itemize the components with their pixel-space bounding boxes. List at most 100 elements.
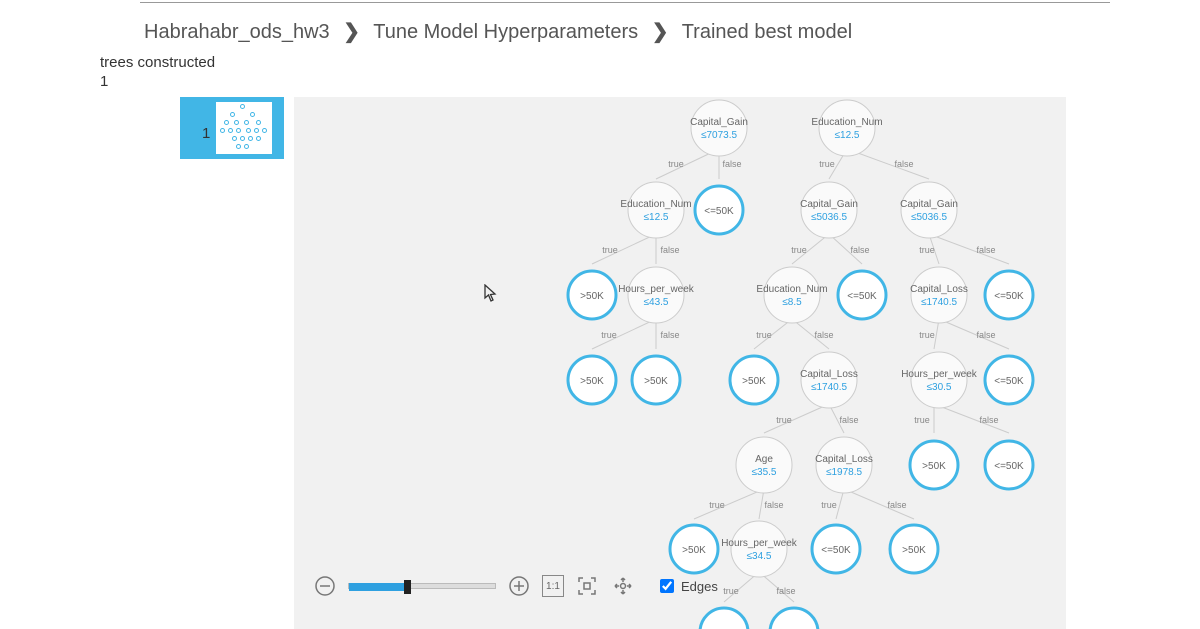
svg-text:Education_Num: Education_Num — [811, 117, 882, 128]
svg-text:false: false — [660, 330, 679, 340]
node: Capital_Loss ≤1740.5 — [800, 352, 858, 408]
crumb-root[interactable]: Habrahabr_ods_hw3 — [144, 21, 330, 43]
node: Hours_per_week≤43.5 — [618, 267, 695, 323]
svg-text:true: true — [723, 586, 739, 596]
svg-text:>50K: >50K — [742, 376, 766, 387]
svg-text:true: true — [668, 159, 684, 169]
edges-checkbox[interactable] — [660, 579, 674, 593]
svg-text:Age: Age — [755, 454, 773, 465]
svg-text:<=50K: <=50K — [994, 376, 1024, 387]
leaf: >50K — [568, 356, 616, 404]
node: Education_Num ≤8.5 — [756, 267, 827, 323]
svg-text:<=50K: <=50K — [994, 291, 1024, 302]
svg-text:true: true — [601, 330, 617, 340]
svg-text:>50K: >50K — [580, 376, 604, 387]
svg-text:true: true — [791, 245, 807, 255]
svg-text:false: false — [979, 415, 998, 425]
crumb-sep: ❯ — [343, 21, 360, 43]
node: Education_Num ≤12.5 — [620, 182, 691, 238]
svg-text:>50K: >50K — [922, 461, 946, 472]
leaf: <=50K — [812, 525, 860, 573]
svg-text:true: true — [914, 415, 930, 425]
svg-text:≤7073.5: ≤7073.5 — [701, 130, 738, 141]
leaf: <=50K — [695, 186, 743, 234]
fit-to-screen-button[interactable] — [574, 573, 600, 599]
pan-button[interactable] — [610, 573, 636, 599]
svg-text:Capital_Loss: Capital_Loss — [815, 454, 873, 465]
node: Capital_Gain ≤7073.5 — [690, 100, 748, 156]
svg-text:<=50K: <=50K — [847, 291, 877, 302]
zoom-in-button[interactable] — [506, 573, 532, 599]
zoom-1to1-button[interactable]: 1:1 — [542, 575, 564, 597]
node: Capital_Loss ≤1978.5 — [815, 437, 873, 493]
leaf: >50K — [568, 271, 616, 319]
crumb-sep: ❯ — [652, 21, 669, 43]
leaf: >50K — [910, 441, 958, 489]
leaf — [700, 608, 748, 629]
svg-text:>50K: >50K — [902, 545, 926, 556]
svg-text:true: true — [821, 500, 837, 510]
leaf: <=50K — [838, 271, 886, 319]
svg-text:false: false — [764, 500, 783, 510]
svg-text:≤1978.5: ≤1978.5 — [826, 467, 863, 478]
leaf: >50K — [670, 525, 718, 573]
leaf: <=50K — [985, 441, 1033, 489]
node: Education_Num ≤12.5 — [811, 100, 882, 156]
svg-text:true: true — [602, 245, 618, 255]
viewer-toolbar: 1:1 Edges — [312, 573, 718, 599]
svg-text:false: false — [976, 245, 995, 255]
svg-text:<=50K: <=50K — [821, 545, 851, 556]
node: Hours_per_week ≤34.5 — [721, 521, 798, 577]
thumb-image — [216, 102, 272, 154]
trees-constructed-count: 1 — [100, 73, 1200, 90]
svg-text:≤1740.5: ≤1740.5 — [921, 297, 958, 308]
svg-text:Education_Num: Education_Num — [756, 284, 827, 295]
svg-text:>50K: >50K — [580, 291, 604, 302]
svg-text:<=50K: <=50K — [704, 206, 734, 217]
node: Hours_per_week≤30.5 — [901, 352, 978, 408]
svg-text:Hours_per_week: Hours_per_week — [721, 538, 798, 549]
node: Capital_Loss ≤1740.5 — [910, 267, 968, 323]
svg-text:<=50K: <=50K — [994, 461, 1024, 472]
svg-text:≤43.5: ≤43.5 — [644, 297, 669, 308]
crumb-module[interactable]: Tune Model Hyperparameters — [373, 21, 638, 43]
svg-text:≤12.5: ≤12.5 — [835, 130, 860, 141]
leaf: <=50K — [985, 356, 1033, 404]
svg-text:Capital_Loss: Capital_Loss — [910, 284, 968, 295]
zoom-out-button[interactable] — [312, 573, 338, 599]
svg-text:true: true — [919, 245, 935, 255]
svg-text:false: false — [776, 586, 795, 596]
leaf: >50K — [632, 356, 680, 404]
svg-text:≤1740.5: ≤1740.5 — [811, 382, 848, 393]
svg-text:true: true — [756, 330, 772, 340]
trees-constructed-label: trees constructed — [100, 54, 1200, 71]
edges-label: Edges — [681, 579, 718, 594]
svg-text:≤5036.5: ≤5036.5 — [911, 212, 948, 223]
leaf: >50K — [730, 356, 778, 404]
svg-text:≤34.5: ≤34.5 — [747, 551, 772, 562]
thumb-index: 1 — [202, 125, 210, 142]
svg-text:≤12.5: ≤12.5 — [644, 212, 669, 223]
svg-text:false: false — [814, 330, 833, 340]
svg-text:false: false — [722, 159, 741, 169]
svg-text:Capital_Loss: Capital_Loss — [800, 369, 858, 380]
tree-canvas[interactable]: truefalse truefalse truefalse truefalse … — [294, 97, 1066, 629]
leaf: >50K — [890, 525, 938, 573]
svg-text:true: true — [709, 500, 725, 510]
svg-text:Hours_per_week: Hours_per_week — [901, 369, 978, 380]
leaf — [770, 608, 818, 629]
svg-text:Education_Num: Education_Num — [620, 199, 691, 210]
svg-text:≤8.5: ≤8.5 — [782, 297, 802, 308]
svg-text:false: false — [839, 415, 858, 425]
svg-text:>50K: >50K — [644, 376, 668, 387]
svg-text:≤35.5: ≤35.5 — [752, 467, 777, 478]
zoom-slider[interactable] — [348, 583, 496, 589]
tree-thumbnail[interactable]: 1 — [180, 97, 284, 159]
svg-text:true: true — [919, 330, 935, 340]
crumb-leaf: Trained best model — [682, 21, 852, 43]
leaf: <=50K — [985, 271, 1033, 319]
svg-text:false: false — [894, 159, 913, 169]
decision-tree-svg: truefalse truefalse truefalse truefalse … — [294, 97, 1066, 629]
edges-toggle[interactable]: Edges — [656, 576, 718, 596]
svg-text:Capital_Gain: Capital_Gain — [690, 117, 748, 128]
